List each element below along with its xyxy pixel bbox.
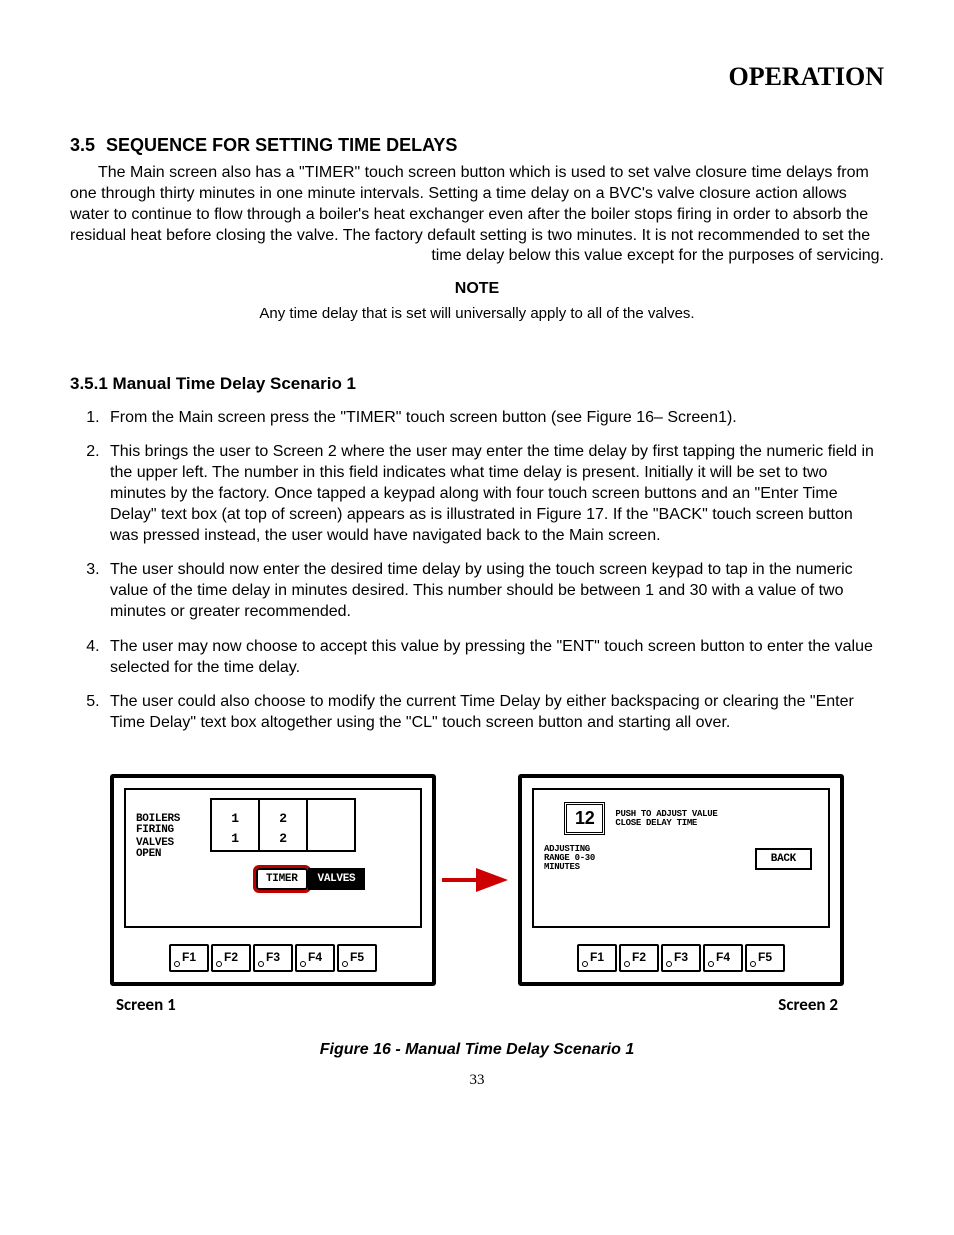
- boilers-firing-label: BOILERS FIRING: [136, 814, 206, 836]
- f5-key[interactable]: F5: [337, 944, 377, 972]
- fkeys-row: F1 F2 F3 F4 F5: [114, 938, 432, 982]
- section-heading: 3.5 SEQUENCE FOR SETTING TIME DELAYS: [70, 134, 884, 157]
- valves-button[interactable]: VALVES: [308, 868, 366, 890]
- subsection-heading: 3.5.1 Manual Time Delay Scenario 1: [70, 373, 884, 395]
- screen-1-caption: Screen 1: [116, 994, 176, 1016]
- push-to-adjust-label: PUSH TO ADJUST VALUE CLOSE DELAY TIME: [615, 810, 717, 828]
- f3-key[interactable]: F3: [661, 944, 701, 972]
- section-title: SEQUENCE FOR SETTING TIME DELAYS: [106, 135, 457, 155]
- page-header: OPERATION: [70, 60, 884, 94]
- status-table: 1 2 1 2: [210, 798, 356, 852]
- f2-key[interactable]: F2: [211, 944, 251, 972]
- timer-button[interactable]: TIMER: [256, 868, 308, 890]
- f4-key[interactable]: F4: [295, 944, 335, 972]
- arrow-icon: [442, 865, 512, 895]
- adjusting-range-label: ADJUSTING RANGE 0-30 MINUTES: [544, 845, 595, 872]
- figure-caption: Figure 16 - Manual Time Delay Scenario 1: [70, 1040, 884, 1061]
- step-item: The user could also choose to modify the…: [104, 692, 884, 734]
- back-button[interactable]: BACK: [755, 848, 812, 870]
- f5-key[interactable]: F5: [745, 944, 785, 972]
- step-item: From the Main screen press the "TIMER" t…: [104, 408, 884, 429]
- valves-open-label: VALVES OPEN: [136, 838, 206, 860]
- section-intro: The Main screen also has a "TIMER" touch…: [70, 163, 884, 267]
- section-number: 3.5: [70, 135, 95, 155]
- screen-1-panel: BOILERS FIRING 1 2 1 2: [110, 774, 436, 986]
- note-label: NOTE: [70, 279, 884, 300]
- fkeys-row: F1 F2 F3 F4 F5: [522, 938, 840, 982]
- screen-2-panel: 12 PUSH TO ADJUST VALUE CLOSE DELAY TIME…: [518, 774, 844, 986]
- step-item: This brings the user to Screen 2 where t…: [104, 442, 884, 546]
- note-text: Any time delay that is set will universa…: [70, 304, 884, 324]
- page-number: 33: [70, 1071, 884, 1091]
- time-delay-value[interactable]: 12: [564, 802, 605, 835]
- figure-16: BOILERS FIRING 1 2 1 2: [70, 774, 884, 1061]
- subsection-number: 3.5.1: [70, 374, 108, 393]
- f1-key[interactable]: F1: [577, 944, 617, 972]
- f3-key[interactable]: F3: [253, 944, 293, 972]
- steps-list: From the Main screen press the "TIMER" t…: [70, 408, 884, 734]
- f2-key[interactable]: F2: [619, 944, 659, 972]
- step-item: The user may now choose to accept this v…: [104, 637, 884, 679]
- f1-key[interactable]: F1: [169, 944, 209, 972]
- subsection-title: Manual Time Delay Scenario 1: [113, 374, 356, 393]
- step-item: The user should now enter the desired ti…: [104, 560, 884, 622]
- f4-key[interactable]: F4: [703, 944, 743, 972]
- screen-2-caption: Screen 2: [778, 994, 838, 1016]
